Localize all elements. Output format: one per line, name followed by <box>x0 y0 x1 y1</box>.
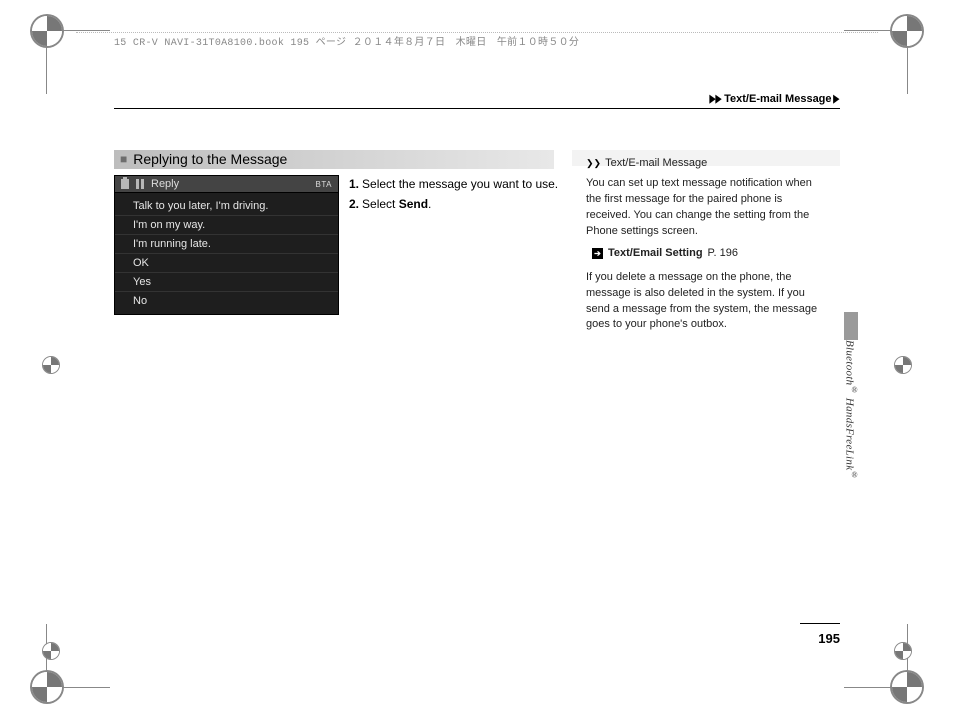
bluetooth-indicator: BTA <box>316 180 332 189</box>
step-text: Select the message you want to use. <box>362 177 558 191</box>
side-label-part-a: Bluetooth <box>843 340 855 385</box>
step-1: 1.Select the message you want to use. <box>349 176 559 192</box>
square-bullet-icon: ■ <box>120 150 127 169</box>
registration-mark-tl <box>32 16 92 76</box>
step-suffix: . <box>428 197 431 211</box>
breadcrumb: ▶▶Text/E-mail Message▶ <box>707 92 840 105</box>
double-chevron-icon: ❯❯ <box>586 157 601 170</box>
registered-icon: ® <box>850 470 859 479</box>
step-number: 1. <box>349 177 359 191</box>
chevron-right-icon: ▶▶ <box>710 92 722 105</box>
link-icon: ➔ <box>592 248 603 259</box>
registered-icon: ® <box>850 385 859 394</box>
reply-option-list: Talk to you later, I'm driving. I'm on m… <box>115 193 338 314</box>
battery-icon <box>121 179 129 189</box>
registration-mark-right-mid <box>888 350 918 380</box>
info-title-text: Text/E-mail Message <box>605 156 707 172</box>
reply-screen-header: Reply BTA <box>115 176 338 193</box>
info-title: ❯❯ Text/E-mail Message <box>586 156 826 172</box>
reply-screen: Reply BTA Talk to you later, I'm driving… <box>114 175 339 315</box>
side-tab-marker <box>844 312 858 340</box>
registration-mark-right-bot <box>888 636 918 666</box>
reply-header-label: Reply <box>151 178 179 190</box>
reply-option[interactable]: Talk to you later, I'm driving. <box>115 197 338 216</box>
side-label-part-b: HandsFreeLink <box>843 395 855 471</box>
section-title-text: Replying to the Message <box>133 150 287 169</box>
reply-option[interactable]: No <box>115 292 338 310</box>
reference-page: P. 196 <box>708 246 738 262</box>
step-2: 2.Select Send. <box>349 196 559 212</box>
info-paragraph: You can set up text message notification… <box>586 176 826 240</box>
reply-option[interactable]: I'm on my way. <box>115 216 338 235</box>
step-number: 2. <box>349 197 359 211</box>
chevron-right-icon: ▶ <box>833 92 839 105</box>
page-number: 195 <box>818 631 840 646</box>
section-title: ■ Replying to the Message <box>114 150 554 169</box>
breadcrumb-text: Text/E-mail Message <box>724 93 831 105</box>
book-stamp: 15 CR-V NAVI-31T0A8100.book 195 ページ ２０１４… <box>114 33 579 49</box>
step-text: Select <box>362 197 399 211</box>
step-bold: Send <box>399 197 428 211</box>
reference-label: Text/Email Setting <box>608 246 703 262</box>
pause-icon <box>135 179 145 189</box>
divider <box>800 623 840 624</box>
info-panel: ❯❯ Text/E-mail Message You can set up te… <box>572 150 840 166</box>
instruction-steps: 1.Select the message you want to use. 2.… <box>349 176 559 216</box>
registration-mark-left-bot <box>36 636 66 666</box>
registration-mark-left-mid <box>36 350 66 380</box>
reply-option[interactable]: Yes <box>115 273 338 292</box>
registration-mark-tr <box>862 16 922 76</box>
info-paragraph: If you delete a message on the phone, th… <box>586 270 826 334</box>
divider <box>114 108 840 109</box>
reply-option[interactable]: OK <box>115 254 338 273</box>
reply-option[interactable]: I'm running late. <box>115 235 338 254</box>
side-section-label: Bluetooth® HandsFreeLink® <box>843 340 859 480</box>
cross-reference: ➔ Text/Email Setting P. 196 <box>592 246 826 262</box>
